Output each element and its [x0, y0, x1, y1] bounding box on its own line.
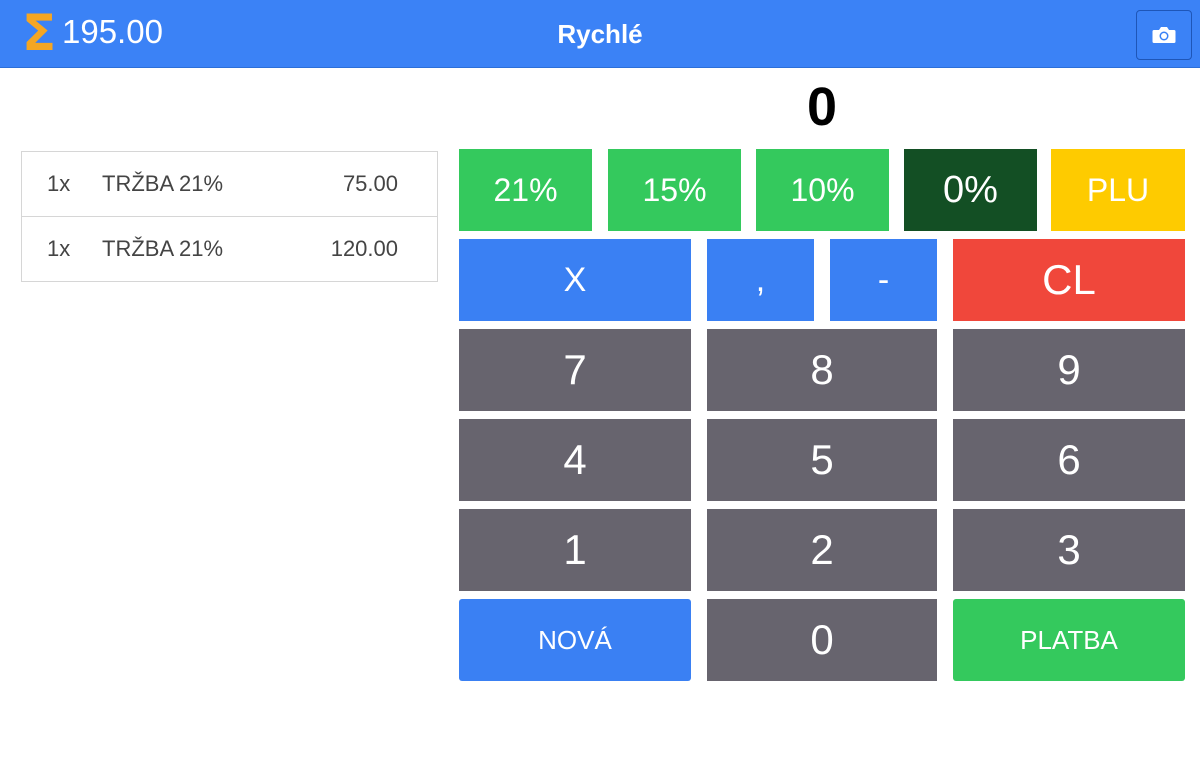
digit-6-button[interactable]: 6	[953, 419, 1185, 501]
item-price: 120.00	[330, 236, 398, 261]
item-quantity: 1x	[47, 236, 71, 261]
item-quantity: 1x	[47, 171, 71, 196]
multiply-button[interactable]: X	[459, 239, 691, 321]
comma-button[interactable]: ,	[707, 239, 814, 321]
plu-button[interactable]: PLU	[1051, 149, 1185, 231]
minus-button[interactable]: -	[830, 239, 937, 321]
digit-9-button[interactable]: 9	[953, 329, 1185, 411]
vat-15-button[interactable]: 15%	[608, 149, 741, 231]
top-bar: Σ 195.00 Rychlé	[0, 0, 1200, 68]
amount-display: 0	[806, 77, 838, 137]
payment-button[interactable]: PLATBA	[953, 599, 1185, 681]
list-item[interactable]: 1x TRŽBA 21% 120.00	[22, 217, 437, 281]
digit-5-button[interactable]: 5	[707, 419, 937, 501]
digit-4-button[interactable]: 4	[459, 419, 691, 501]
camera-button[interactable]	[1136, 10, 1192, 60]
item-name: TRŽBA 21%	[102, 171, 224, 196]
clear-button[interactable]: CL	[953, 239, 1185, 321]
digit-7-button[interactable]: 7	[459, 329, 691, 411]
digit-8-button[interactable]: 8	[707, 329, 937, 411]
list-item[interactable]: 1x TRŽBA 21% 75.00	[22, 152, 437, 217]
new-receipt-button[interactable]: NOVÁ	[459, 599, 691, 681]
vat-10-button[interactable]: 10%	[756, 149, 889, 231]
item-price: 75.00	[342, 171, 398, 196]
digit-2-button[interactable]: 2	[707, 509, 937, 591]
receipt-items-list: 1x TRŽBA 21% 75.00 1x TRŽBA 21% 120.00	[21, 151, 438, 282]
camera-icon	[1152, 27, 1176, 43]
digit-3-button[interactable]: 3	[953, 509, 1185, 591]
vat-0-button[interactable]: 0%	[904, 149, 1037, 231]
page-title: Rychlé	[557, 19, 643, 49]
pos-app: Σ 195.00 Rychlé 0 1x TRŽBA 21% 75.00 1x …	[0, 0, 1200, 776]
digit-0-button[interactable]: 0	[707, 599, 937, 681]
item-name: TRŽBA 21%	[102, 236, 224, 261]
vat-21-button[interactable]: 21%	[459, 149, 592, 231]
digit-1-button[interactable]: 1	[459, 509, 691, 591]
